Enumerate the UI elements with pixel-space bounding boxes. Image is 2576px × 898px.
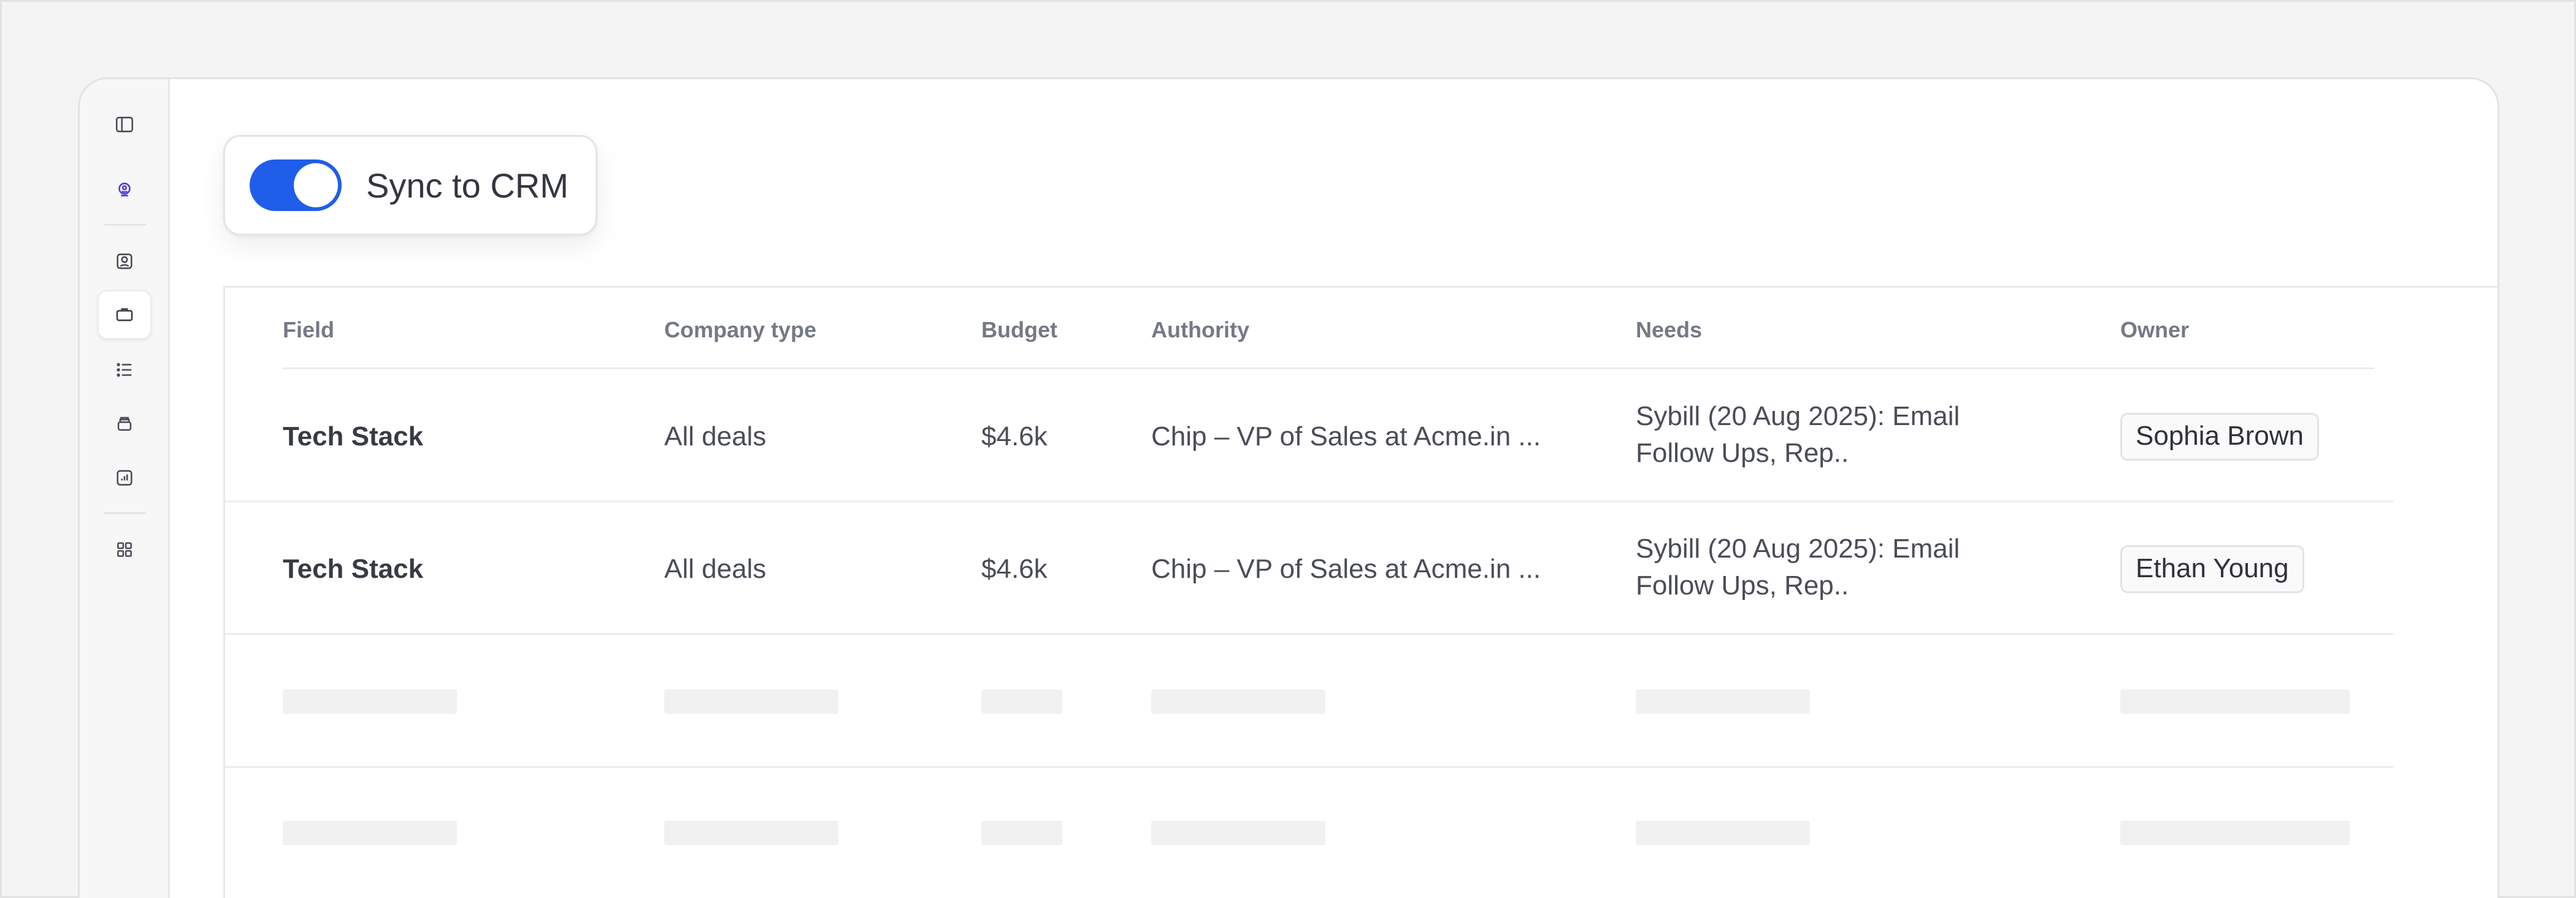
- row-divider: [225, 766, 2394, 768]
- owner-chip[interactable]: Sophia Brown: [2120, 413, 2319, 461]
- sync-to-crm-card: Sync to CRM: [223, 135, 597, 236]
- sidebar-toggle-icon[interactable]: [98, 100, 151, 149]
- skeleton-cell: [2120, 689, 2350, 714]
- list-icon[interactable]: [98, 345, 151, 394]
- grid-icon[interactable]: [98, 525, 151, 574]
- budget-cell: $4.6k: [981, 554, 1048, 584]
- robot-icon[interactable]: [98, 165, 151, 214]
- company-type-cell: All deals: [664, 421, 767, 451]
- needs-cell: Sybill (20 Aug 2025): Email Follow Ups, …: [1636, 401, 1960, 468]
- authority-cell: Chip – VP of Sales at Acme.in ...: [1151, 554, 1541, 584]
- column-header-authority[interactable]: Authority: [1151, 317, 1249, 343]
- skeleton-cell: [664, 689, 838, 714]
- sidebar: [80, 79, 170, 898]
- needs-cell: Sybill (20 Aug 2025): Email Follow Ups, …: [1636, 534, 1960, 601]
- contact-icon[interactable]: [98, 237, 151, 286]
- sidebar-divider: [104, 224, 146, 226]
- row-divider: [225, 501, 2394, 502]
- column-header-owner[interactable]: Owner: [2120, 317, 2189, 343]
- column-header-company-type[interactable]: Company type: [664, 317, 816, 343]
- column-header-budget[interactable]: Budget: [981, 317, 1057, 343]
- skeleton-cell: [1636, 689, 1810, 714]
- skeleton-cell: [981, 689, 1062, 714]
- header-divider: [283, 367, 2374, 369]
- owner-chip[interactable]: Ethan Young: [2120, 545, 2304, 593]
- inbox-icon[interactable]: [98, 399, 151, 448]
- skeleton-cell: [1151, 689, 1325, 714]
- skeleton-cell: [283, 821, 457, 845]
- sync-label: Sync to CRM: [366, 166, 569, 205]
- toggle-knob: [294, 163, 338, 207]
- skeleton-cell: [664, 821, 838, 845]
- skeleton-cell: [1151, 821, 1325, 845]
- field-cell: Tech Stack: [283, 421, 424, 451]
- sync-toggle[interactable]: [250, 159, 342, 211]
- skeleton-cell: [2120, 821, 2350, 845]
- skeleton-cell: [981, 821, 1062, 845]
- column-header-field[interactable]: Field: [283, 317, 334, 343]
- field-cell: Tech Stack: [283, 554, 424, 584]
- sidebar-divider: [104, 512, 146, 514]
- chart-icon[interactable]: [98, 453, 151, 502]
- deals-table: Field Company type Budget Authority Need…: [223, 286, 2499, 898]
- briefcase-icon[interactable]: [98, 290, 151, 339]
- company-type-cell: All deals: [664, 554, 767, 584]
- column-header-needs[interactable]: Needs: [1636, 317, 1702, 343]
- skeleton-cell: [283, 689, 457, 714]
- skeleton-cell: [1636, 821, 1810, 845]
- budget-cell: $4.6k: [981, 421, 1048, 451]
- authority-cell: Chip – VP of Sales at Acme.in ...: [1151, 421, 1541, 451]
- row-divider: [225, 633, 2394, 635]
